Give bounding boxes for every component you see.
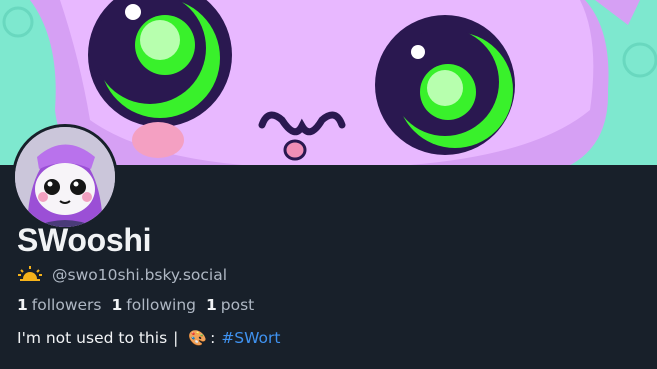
following-link[interactable]: 1 following: [112, 296, 196, 314]
profile-stats: 1 followers 1 following 1 post: [17, 296, 254, 314]
handle-row: @swo10shi.bsky.social: [18, 265, 227, 285]
followers-count: 1: [17, 296, 28, 314]
bio-text: I'm not used to this: [17, 329, 168, 347]
bio: I'm not used to this | 🎨 : #SWort: [17, 329, 281, 347]
handle: @swo10shi.bsky.social: [52, 266, 228, 284]
avatar-image: [15, 127, 115, 227]
followers-label: followers: [31, 296, 102, 314]
followers-link[interactable]: 1 followers: [17, 296, 102, 314]
posts-stat: 1 post: [206, 296, 254, 314]
avatar[interactable]: [12, 124, 118, 230]
following-count: 1: [111, 296, 123, 314]
bio-colon: :: [210, 329, 216, 347]
display-name: SWooshi: [17, 222, 152, 258]
posts-count: 1: [205, 296, 217, 314]
sunrise-icon: [18, 265, 42, 285]
hashtag-link[interactable]: #SWort: [221, 329, 280, 347]
following-label: following: [126, 296, 196, 314]
posts-label: post: [220, 296, 255, 314]
bio-separator: |: [173, 329, 179, 347]
palette-emoji: 🎨: [188, 329, 208, 347]
